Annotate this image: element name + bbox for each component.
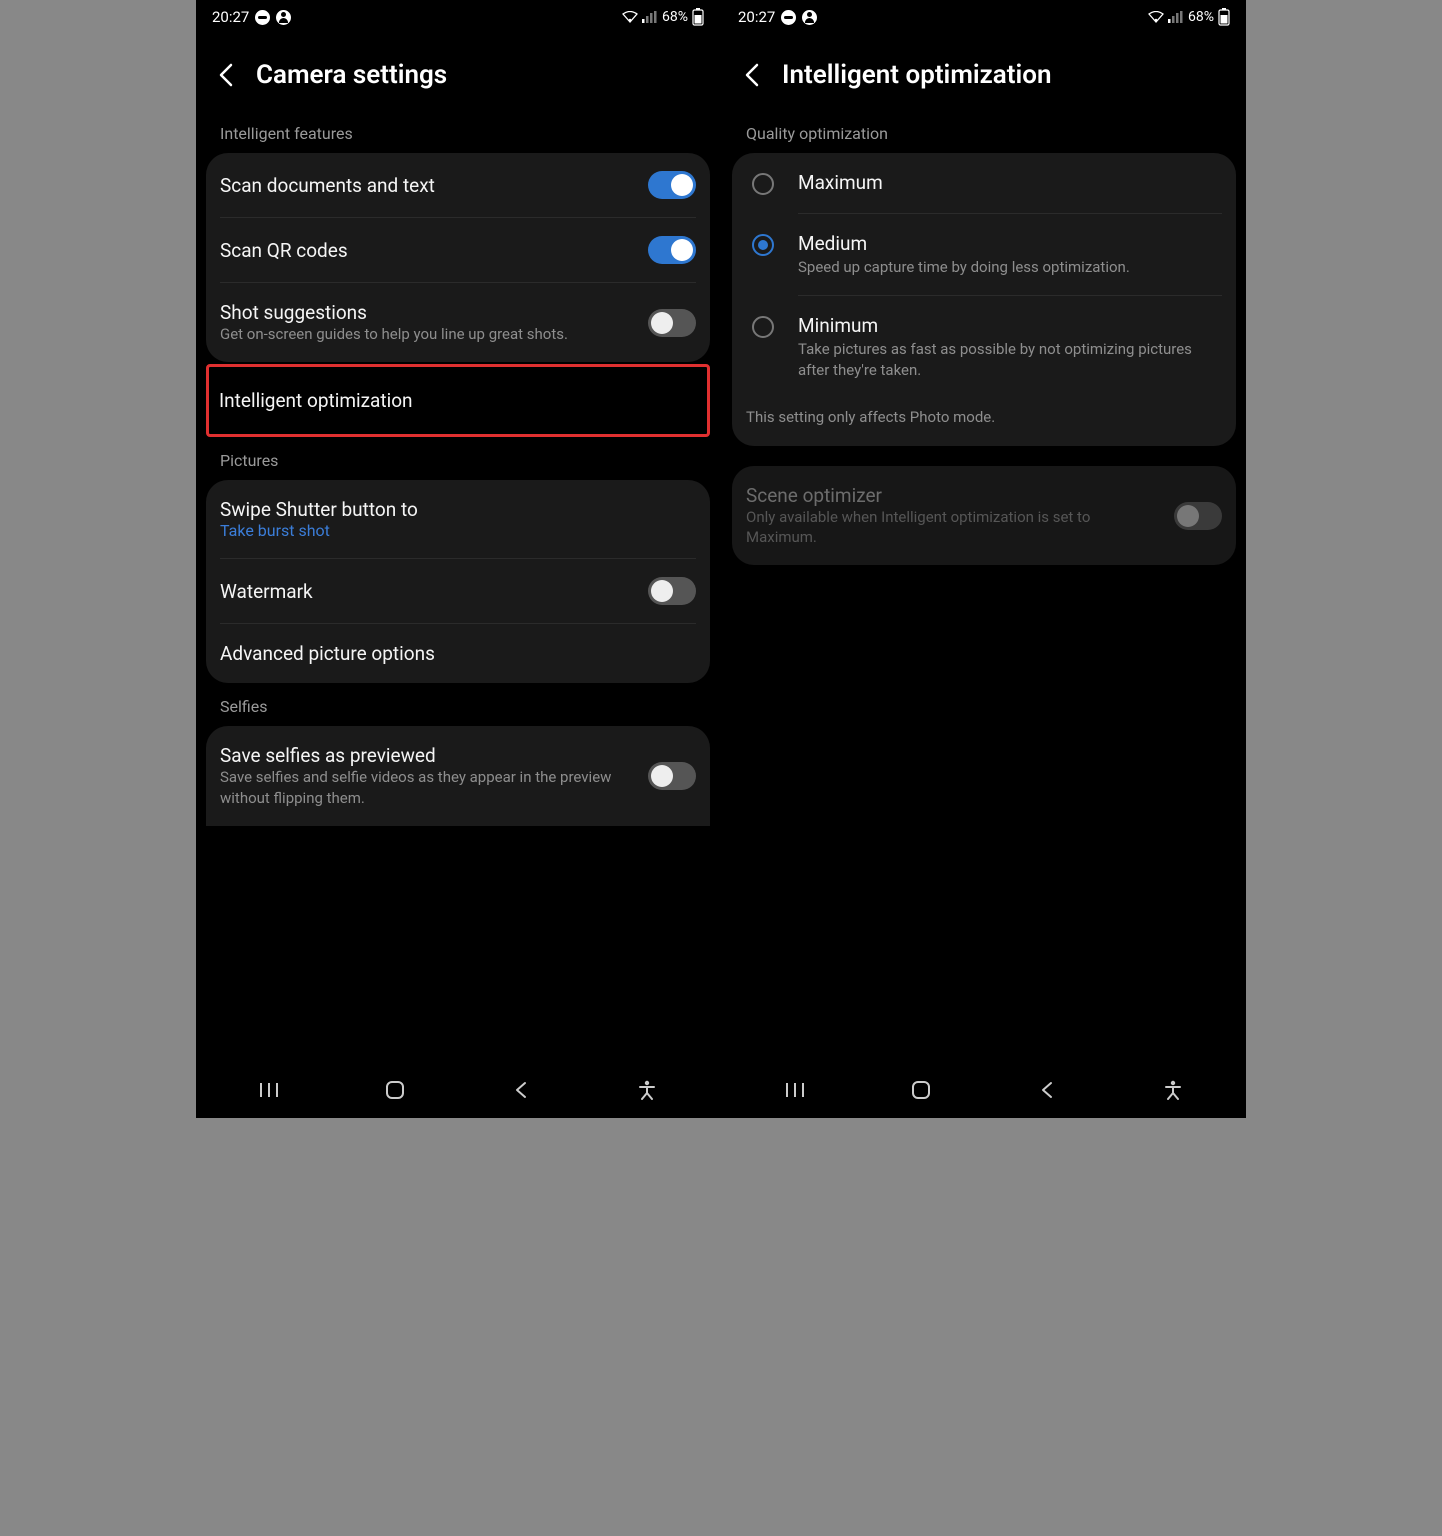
nav-accessibility-button[interactable] [1155,1078,1191,1102]
scan-qr-row[interactable]: Scan QR codes [206,218,710,282]
scan-documents-label: Scan documents and text [220,174,638,197]
selfies-card: Save selfies as previewed Save selfies a… [206,726,710,826]
profile-icon [276,10,291,25]
nav-recents-button[interactable] [251,1078,287,1102]
option-maximum-label: Maximum [798,171,1222,194]
swipe-shutter-row[interactable]: Swipe Shutter button to Take burst shot [206,480,710,558]
shot-suggestions-sub: Get on-screen guides to help you line up… [220,324,638,344]
signal-icon [1168,11,1184,23]
shot-suggestions-row[interactable]: Shot suggestions Get on-screen guides to… [206,283,710,362]
intelligent-optimization-row[interactable]: Intelligent optimization [209,367,707,434]
intelligent-optimization-label: Intelligent optimization [219,389,697,412]
section-label-pictures: Pictures [196,437,720,480]
page-header: Camera settings [196,32,720,110]
quality-note: This setting only affects Photo mode. [732,398,1236,446]
scene-optimizer-row: Scene optimizer Only available when Inte… [732,466,1236,566]
status-bar: 20:27 68% [722,0,1246,32]
save-selfies-row[interactable]: Save selfies as previewed Save selfies a… [206,726,710,826]
save-selfies-toggle[interactable] [648,762,696,790]
nav-back-button[interactable] [503,1078,539,1102]
dnd-icon [781,10,796,25]
intelligent-features-card: Scan documents and text Scan QR codes Sh… [206,153,710,362]
page-title: Intelligent optimization [782,60,1052,90]
save-selfies-title: Save selfies as previewed [220,744,638,767]
nav-accessibility-button[interactable] [629,1078,665,1102]
scan-documents-row[interactable]: Scan documents and text [206,153,710,217]
nav-home-button[interactable] [903,1078,939,1102]
back-button[interactable] [214,63,238,87]
option-medium-row[interactable]: Medium Speed up capture time by doing le… [732,214,1236,295]
page-header: Intelligent optimization [722,32,1246,110]
battery-percent: 68% [1188,9,1214,25]
page-title: Camera settings [256,60,447,90]
dnd-icon [255,10,270,25]
wifi-icon [1148,11,1164,23]
radio-maximum[interactable] [752,173,774,195]
intelligent-optimization-highlight: Intelligent optimization [206,364,710,437]
wifi-icon [622,11,638,23]
scene-optimizer-title: Scene optimizer [746,484,1164,507]
watermark-toggle[interactable] [648,577,696,605]
scene-optimizer-toggle [1174,502,1222,530]
advanced-picture-row[interactable]: Advanced picture options [206,624,710,683]
radio-medium[interactable] [752,234,774,256]
profile-icon [802,10,817,25]
signal-icon [642,11,658,23]
battery-percent: 68% [662,9,688,25]
option-medium-label: Medium [798,232,1222,255]
option-minimum-label: Minimum [798,314,1222,337]
scan-qr-label: Scan QR codes [220,239,638,262]
option-minimum-row[interactable]: Minimum Take pictures as fast as possibl… [732,296,1236,398]
scan-documents-toggle[interactable] [648,171,696,199]
quality-card: Maximum Medium Speed up capture time by … [732,153,1236,446]
status-time: 20:27 [738,8,775,26]
option-maximum-row[interactable]: Maximum [732,153,1236,213]
shot-suggestions-title: Shot suggestions [220,301,638,324]
swipe-shutter-title: Swipe Shutter button to [220,498,696,521]
watermark-label: Watermark [220,580,638,603]
section-label-intelligent: Intelligent features [196,110,720,153]
phone-left: 20:27 68% Camera sett [196,0,720,1118]
advanced-picture-label: Advanced picture options [220,642,696,665]
back-button[interactable] [740,63,764,87]
shot-suggestions-toggle[interactable] [648,309,696,337]
watermark-row[interactable]: Watermark [206,559,710,623]
nav-recents-button[interactable] [777,1078,813,1102]
status-bar: 20:27 68% [196,0,720,32]
scene-optimizer-sub: Only available when Intelligent optimiza… [746,507,1164,548]
swipe-shutter-sub: Take burst shot [220,521,696,540]
pictures-card: Swipe Shutter button to Take burst shot … [206,480,710,683]
scan-qr-toggle[interactable] [648,236,696,264]
save-selfies-sub: Save selfies and selfie videos as they a… [220,767,638,808]
nav-back-button[interactable] [1029,1078,1065,1102]
navigation-bar [196,1064,720,1118]
status-time: 20:27 [212,8,249,26]
section-label-quality: Quality optimization [722,110,1246,153]
navigation-bar [722,1064,1246,1118]
option-minimum-sub: Take pictures as fast as possible by not… [798,337,1222,380]
section-label-selfies: Selfies [196,683,720,726]
nav-home-button[interactable] [377,1078,413,1102]
phone-right: 20:27 68% Intelligent opti [722,0,1246,1118]
option-medium-sub: Speed up capture time by doing less opti… [798,255,1222,277]
radio-minimum[interactable] [752,316,774,338]
battery-icon [692,8,704,26]
battery-icon [1218,8,1230,26]
